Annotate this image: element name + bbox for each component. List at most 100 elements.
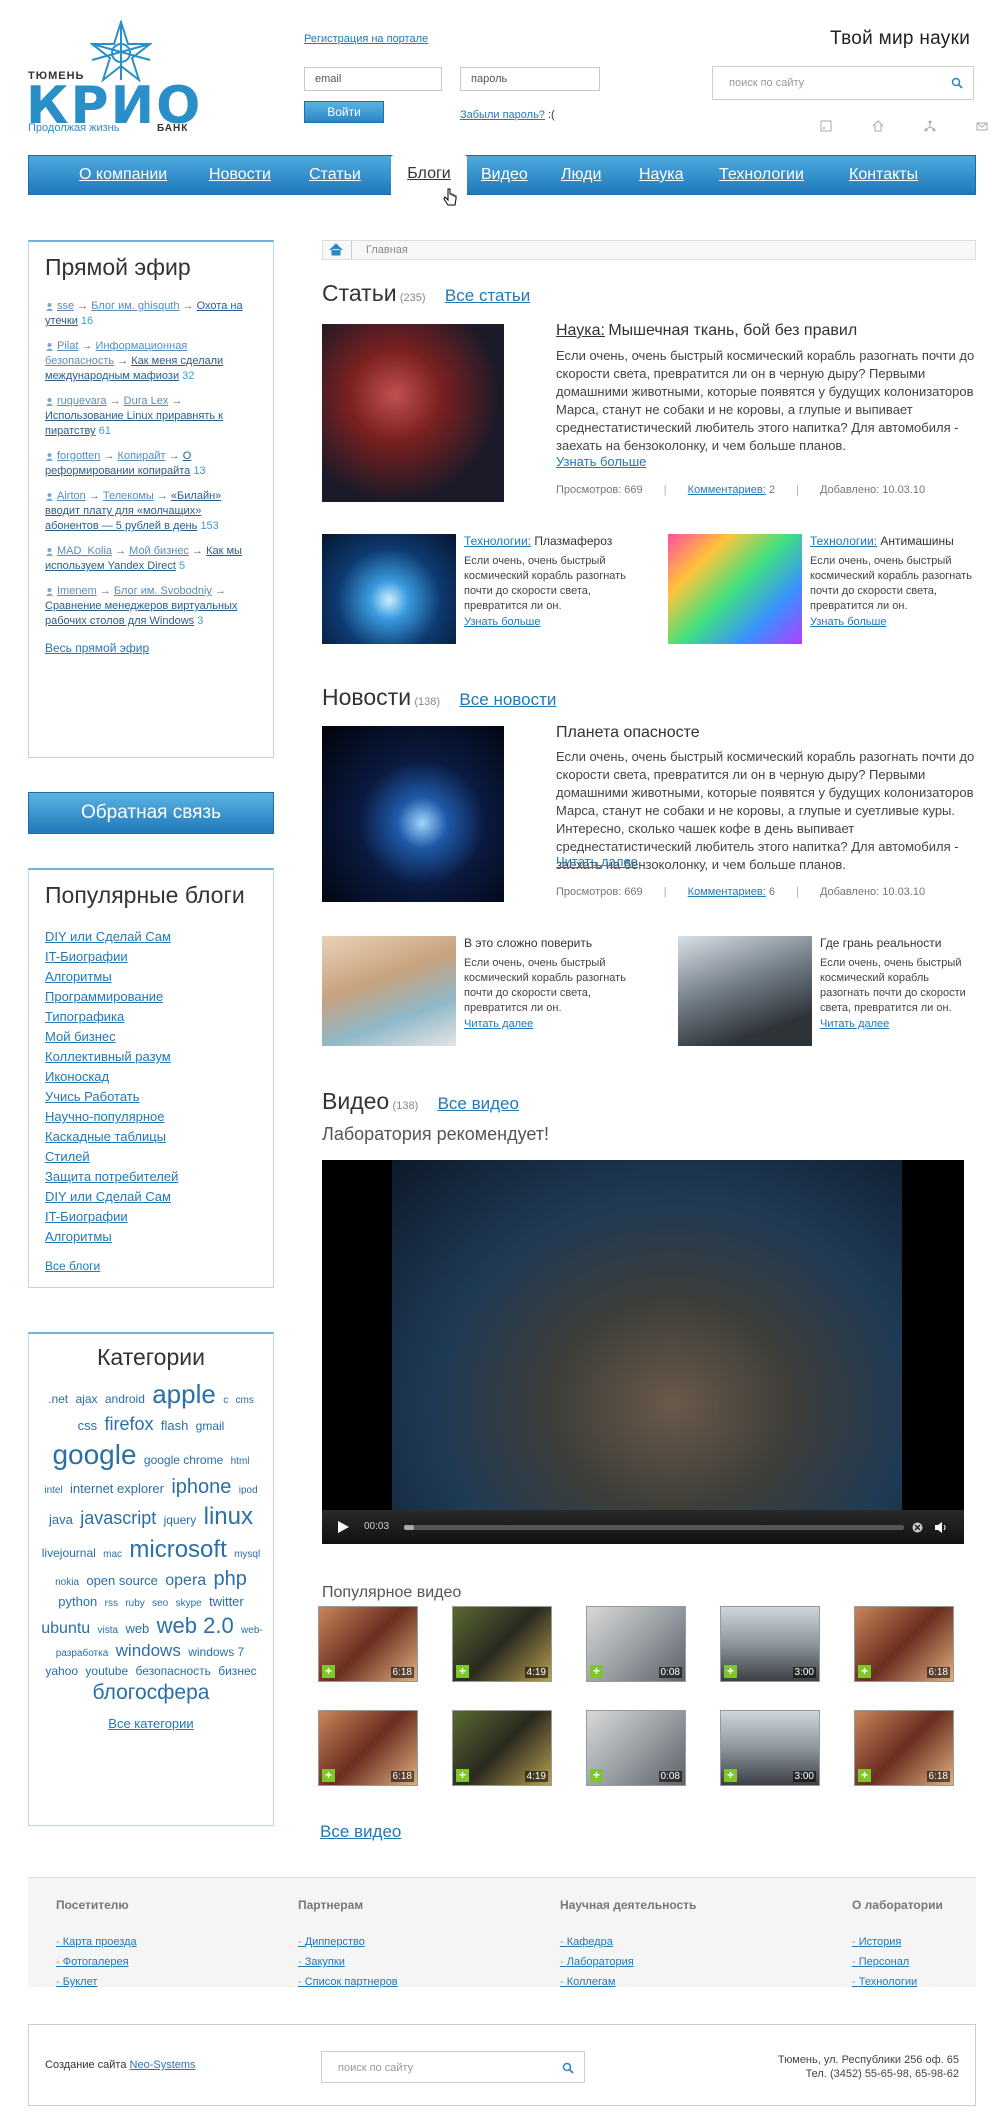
news-small-1-title[interactable]: В это сложно поверить [464,936,644,950]
category-tag[interactable]: ruby [125,1598,144,1609]
popular-blogs-all-link[interactable]: Все блоги [45,1259,257,1273]
category-tag[interactable]: skype [176,1598,202,1609]
add-icon[interactable]: + [724,1769,737,1782]
register-link[interactable]: Регистрация на портале [304,33,428,45]
footer-link[interactable]: Закупки [298,1952,398,1972]
category-tag[interactable]: javascript [80,1508,156,1528]
play-icon[interactable] [336,1520,350,1534]
live-item-blog[interactable]: Телекомы [103,490,154,502]
video-thumbnail[interactable]: +3:00 [720,1606,820,1682]
category-tag[interactable]: jquery [164,1513,197,1527]
popular-blog-link[interactable]: IT-Биографии [45,1207,257,1227]
popular-blog-link[interactable]: Программирование [45,987,257,1007]
password-field[interactable]: пароль [460,67,600,91]
home-icon[interactable] [872,120,884,132]
news-small-image-2[interactable] [678,936,812,1046]
category-tag[interactable]: google chrome [144,1453,223,1467]
popular-blog-link[interactable]: Алгоритмы [45,967,257,987]
footer-link[interactable]: Кафедра [560,1932,696,1952]
category-tag[interactable]: firefox [104,1414,153,1434]
article-main-image[interactable] [322,324,504,502]
category-tag[interactable]: .net [48,1392,68,1406]
category-tag[interactable]: apple [152,1379,216,1409]
category-tag[interactable]: livejournal [42,1546,96,1560]
live-all-link[interactable]: Весь прямой эфир [45,641,257,655]
category-tag[interactable]: mysql [234,1549,260,1560]
category-tag[interactable]: open source [86,1573,158,1588]
footer-link[interactable]: Персонал [852,1952,943,1972]
article-small-2-title[interactable]: Антимашины [880,534,953,548]
video-player[interactable]: 00:03 [322,1160,964,1544]
footer-link[interactable]: История [852,1932,943,1952]
nav-video[interactable]: Видео [481,156,528,194]
feedback-button[interactable]: Обратная связь [28,792,274,834]
category-tag[interactable]: android [105,1392,145,1406]
category-tag[interactable]: блогосфера [93,1681,210,1704]
article-small-1-title[interactable]: Плазмафероз [534,534,612,548]
live-item-blog[interactable]: Dura Lex [124,395,169,407]
category-tag[interactable]: mac [103,1549,122,1560]
live-item-blog[interactable]: Блог им. Svobodniy [114,585,212,597]
category-tag[interactable]: microsoft [129,1536,226,1563]
nav-news[interactable]: Новости [209,156,271,194]
header-search-input[interactable]: поиск по сайту [712,66,974,100]
live-item-user[interactable]: sse [57,300,74,312]
add-icon[interactable]: + [456,1665,469,1678]
category-tag[interactable]: бизнес [218,1664,256,1678]
category-tag[interactable]: internet explorer [70,1481,164,1496]
live-item-blog[interactable]: Блог им. ghisquth [91,300,179,312]
video-thumbnail[interactable]: +6:18 [854,1710,954,1786]
article-small-1-category[interactable]: Технологии: [464,534,531,548]
live-item-user[interactable]: forgotten [57,450,100,462]
live-item-user[interactable]: Imenem [57,585,97,597]
category-tag[interactable]: seo [152,1598,168,1609]
popular-blog-link[interactable]: Учись Работать [45,1087,257,1107]
add-icon[interactable]: + [590,1665,603,1678]
category-tag[interactable]: rss [105,1598,118,1609]
email-field[interactable]: email [304,67,442,91]
popular-blog-link[interactable]: Иконоскад [45,1067,257,1087]
category-tag[interactable]: flash [161,1418,188,1433]
live-item-user[interactable]: MAD_Kolia [57,545,112,557]
category-tag[interactable]: vista [98,1625,119,1636]
close-icon[interactable] [912,1522,923,1533]
video-thumbnail[interactable]: +4:19 [452,1710,552,1786]
login-button[interactable]: Войти [304,101,384,123]
video-all-link[interactable]: Все видео [438,1094,519,1113]
volume-icon[interactable] [934,1521,948,1534]
video-thumbnail[interactable]: +3:00 [720,1710,820,1786]
popular-blog-link[interactable]: Научно-популярное [45,1107,257,1127]
add-icon[interactable]: + [724,1665,737,1678]
popular-blog-link[interactable]: IT-Биографии [45,947,257,967]
news-comments-link[interactable]: Комментариев: [688,886,766,898]
article-main-category[interactable]: Наука: [556,322,605,339]
category-tag[interactable]: gmail [196,1419,225,1433]
live-item-user[interactable]: Pilat [57,340,78,352]
news-small-2-title[interactable]: Где грань реальности [820,936,980,950]
popular-blog-link[interactable]: Защита потребителей [45,1167,257,1187]
video-thumbnail[interactable]: +6:18 [318,1606,418,1682]
footer-link[interactable]: Фотогалерея [56,1952,137,1972]
article-small-2-category[interactable]: Технологии: [810,534,877,548]
add-icon[interactable]: + [322,1769,335,1782]
footer-link[interactable]: Коллегам [560,1972,696,1992]
footer-link[interactable]: Технологии [852,1972,943,1992]
news-small-1-more[interactable]: Читать далее [464,1018,533,1030]
footer-link[interactable]: Карта проезда [56,1932,137,1952]
video-thumbnail[interactable]: +0:08 [586,1606,686,1682]
categories-all-link[interactable]: Все категории [108,1716,193,1731]
popular-blog-link[interactable]: Типографика [45,1007,257,1027]
category-tag[interactable]: css [78,1418,98,1433]
popular-blog-link[interactable]: Коллективный разум [45,1047,257,1067]
category-tag[interactable]: cms [236,1395,254,1406]
add-icon[interactable]: + [590,1769,603,1782]
category-tag[interactable]: web 2.0 [157,1613,234,1638]
popular-blog-link[interactable]: Алгоритмы [45,1227,257,1247]
news-main-title[interactable]: Планета опасносте [556,724,700,742]
video-thumbnail[interactable]: +4:19 [452,1606,552,1682]
news-small-image-1[interactable] [322,936,456,1046]
footer-link[interactable]: Лаборатория [560,1952,696,1972]
popular-blog-link[interactable]: DIY или Сделай Сам [45,927,257,947]
nav-contacts[interactable]: Контакты [849,156,918,194]
category-tag[interactable]: php [214,1568,247,1590]
